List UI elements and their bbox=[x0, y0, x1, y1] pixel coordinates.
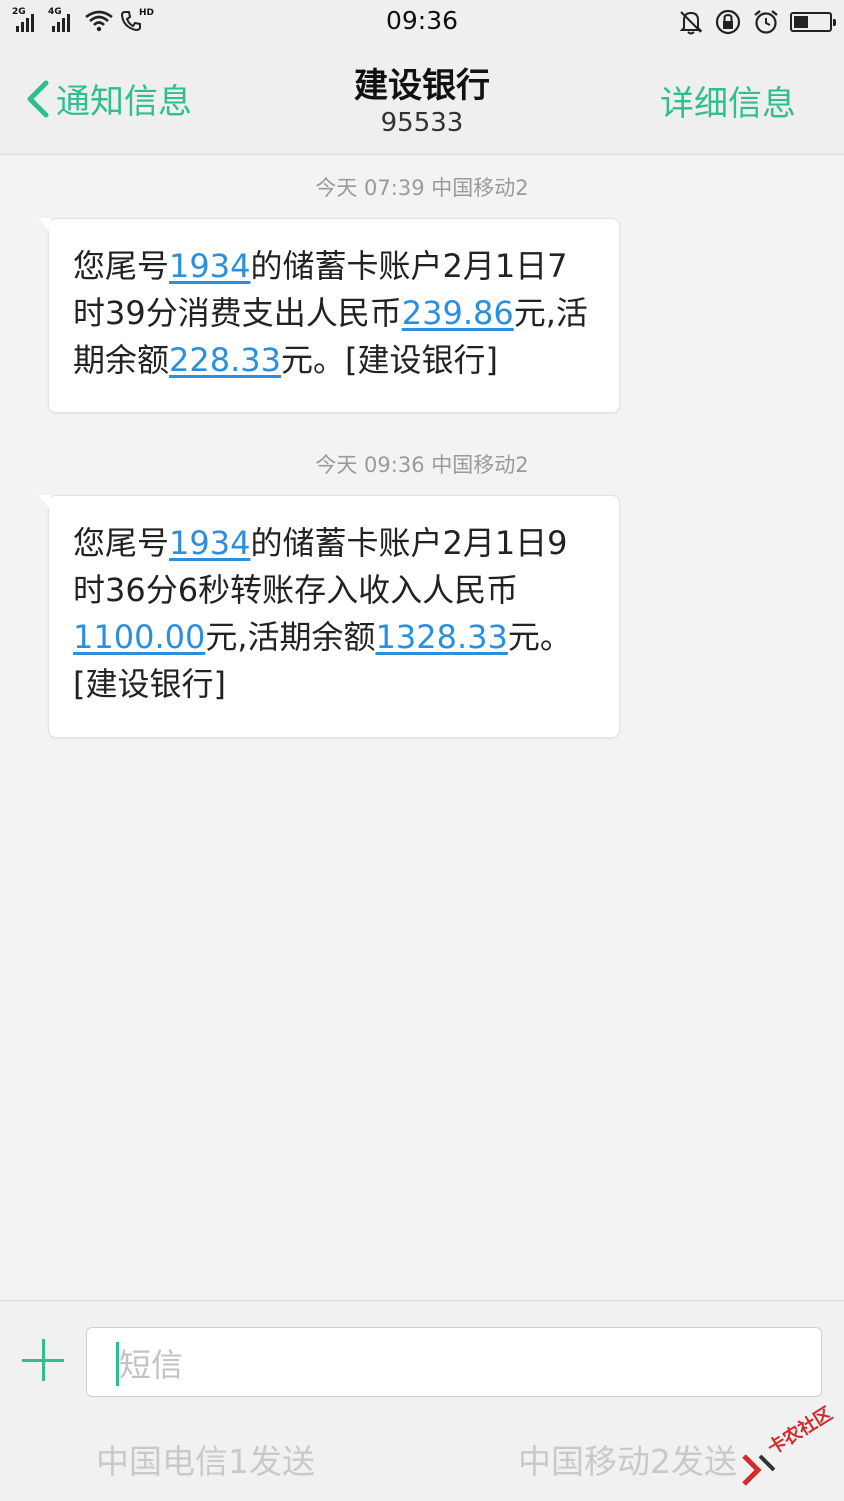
status-right-icons bbox=[678, 8, 836, 36]
message-link[interactable]: 228.33 bbox=[169, 341, 281, 379]
message-link[interactable]: 1934 bbox=[169, 524, 250, 562]
mute-bell-icon bbox=[679, 11, 703, 35]
alarm-icon bbox=[754, 10, 778, 34]
conversation-header: 通知信息 建设银行 95533 详细信息 bbox=[0, 44, 844, 155]
message-text-segment: 元。[建设银行] bbox=[280, 341, 498, 379]
send-sim2-button[interactable]: 中国移动2发送 bbox=[518, 1435, 737, 1483]
message-input[interactable]: 短信 bbox=[86, 1327, 822, 1397]
send-sim1-button[interactable]: 中国电信1发送 bbox=[96, 1435, 315, 1483]
message-link[interactable]: 1328.33 bbox=[376, 618, 508, 656]
details-button[interactable]: 详细信息 bbox=[660, 76, 796, 125]
battery-icon bbox=[790, 12, 836, 32]
message-bubble[interactable]: 您尾号1934的储蓄卡账户2月1日7时39分消费支出人民币239.86元,活期余… bbox=[39, 218, 620, 413]
message-text-segment: 您尾号 bbox=[73, 247, 170, 285]
message-text-segment: 您尾号 bbox=[73, 524, 170, 562]
message-text: 您尾号1934的储蓄卡账户2月1日7时39分消费支出人民币239.86元,活期余… bbox=[73, 243, 599, 384]
message-link[interactable]: 1100.00 bbox=[73, 618, 205, 656]
message-bubble[interactable]: 您尾号1934的储蓄卡账户2月1日9时36分6秒转账存入收入人民币1100.00… bbox=[39, 495, 620, 738]
message-link[interactable]: 1934 bbox=[169, 247, 250, 285]
message-input-placeholder: 短信 bbox=[119, 1346, 184, 1384]
message-text-segment: 元,活期余额 bbox=[205, 618, 376, 656]
rotation-lock-icon bbox=[715, 9, 741, 35]
add-attachment-button[interactable] bbox=[22, 1339, 64, 1381]
status-bar: 2G 4G HD 09:36 bbox=[0, 0, 844, 44]
composer-area: 短信 中国电信1发送 中国移动2发送 bbox=[0, 1300, 844, 1501]
message-text: 您尾号1934的储蓄卡账户2月1日9时36分6秒转账存入收入人民币1100.00… bbox=[73, 520, 599, 708]
message-link[interactable]: 239.86 bbox=[402, 294, 514, 332]
watermark-logo: 卡农社区 bbox=[738, 1403, 838, 1492]
message-timestamp: 今天 07:39 中国移动2 bbox=[315, 176, 529, 200]
message-timestamp: 今天 09:36 中国移动2 bbox=[315, 453, 529, 477]
